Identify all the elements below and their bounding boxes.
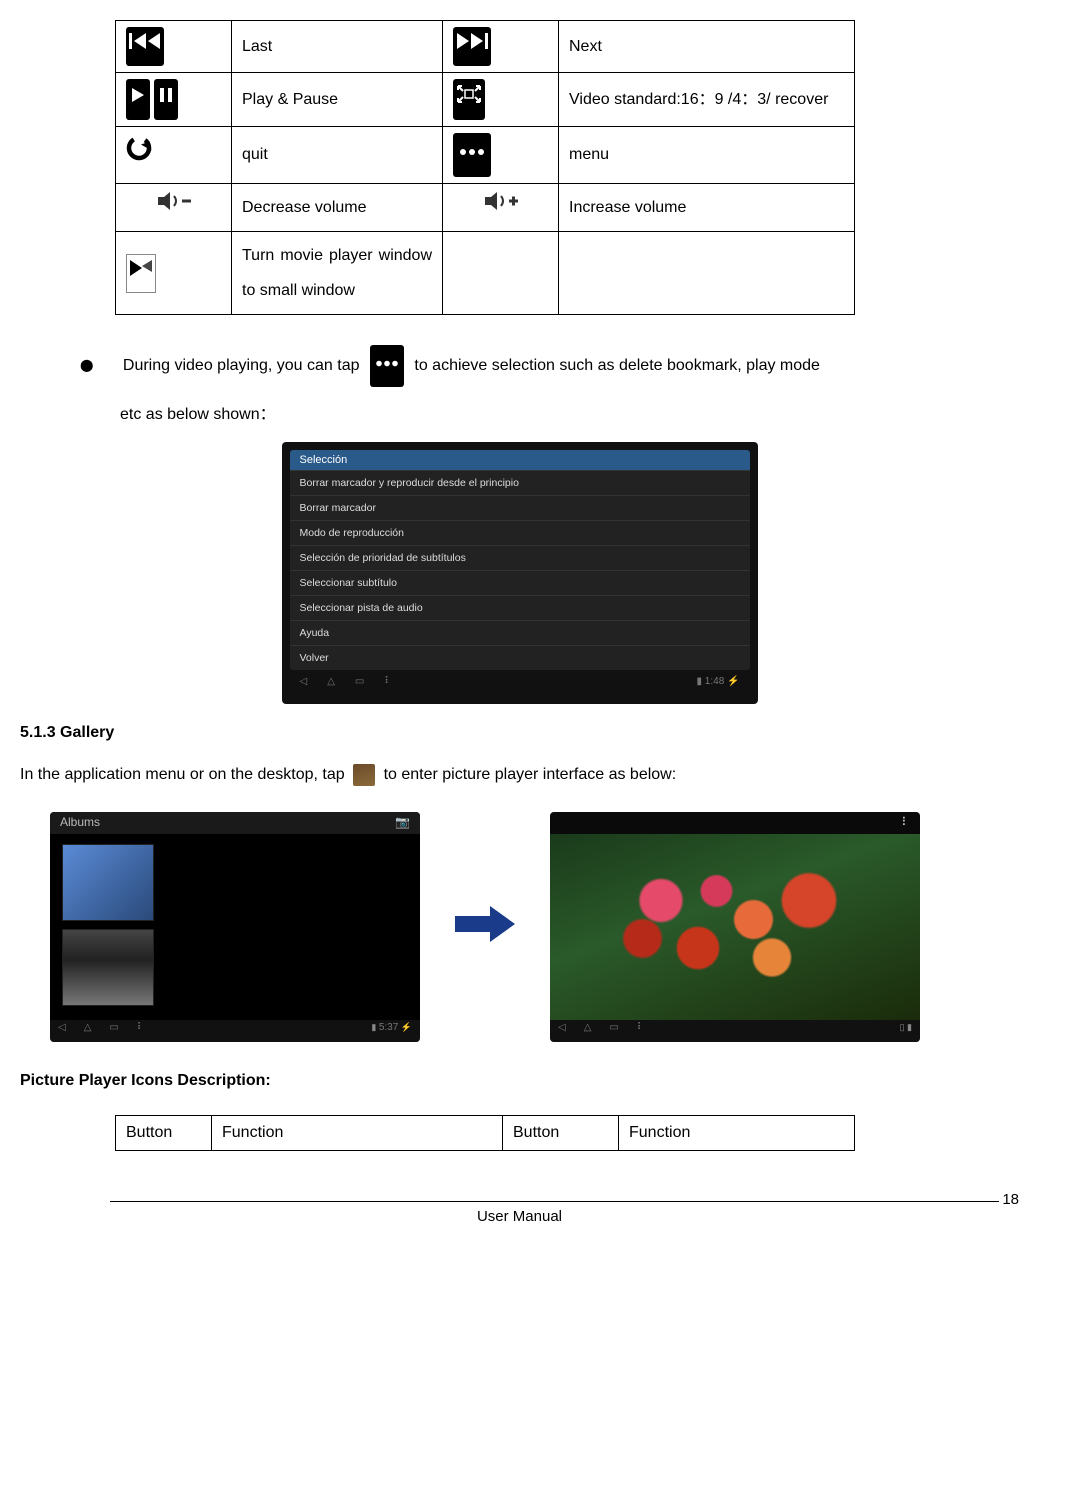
menu-icon[interactable]: ⠇ <box>901 815 910 829</box>
selection-menu-screenshot: Selección Borrar marcador y reproducir d… <box>282 442 758 704</box>
flower-photo <box>550 834 920 1024</box>
menu-header: Selección <box>290 450 750 470</box>
icon-cell-next <box>443 21 559 73</box>
play-icon <box>126 79 150 120</box>
camera-icon[interactable]: 📷 <box>395 815 410 829</box>
menu-dots-icon-inline <box>370 345 404 386</box>
gallery-screenshots-row: Albums 📷 ◁ △ ▭ ⠇ ▮ 5:37 ⚡ ⠇ ◁ △ ▭ ⠇ <box>50 812 1019 1042</box>
th-function2: Function <box>619 1115 855 1150</box>
section-heading-gallery: 5.1.3 Gallery <box>20 724 1019 742</box>
album-thumb[interactable] <box>62 929 154 1006</box>
android-nav-bar: ◁ △ ▭ ⠇ ▮ 5:37 ⚡ <box>50 1020 420 1042</box>
menu-item[interactable]: Seleccionar subtítulo <box>290 570 750 595</box>
bullet-post: to achieve selection such as delete book… <box>414 357 820 374</box>
home-icon[interactable]: △ <box>327 676 335 694</box>
selection-menu: Selección Borrar marcador y reproducir d… <box>290 450 750 670</box>
home-icon[interactable]: △ <box>84 1022 92 1040</box>
menu-item[interactable]: Selección de prioridad de subtítulos <box>290 545 750 570</box>
icon-cell-quit <box>116 127 232 183</box>
home-icon[interactable]: △ <box>584 1022 592 1040</box>
gallery-app-icon <box>353 764 375 786</box>
nav-extra-icon[interactable]: ⠇ <box>384 676 391 694</box>
label-next: Next <box>559 21 855 73</box>
label-volup: Increase volume <box>559 183 855 231</box>
gallery-post: to enter picture player interface as bel… <box>384 766 677 783</box>
volume-up-icon <box>481 190 521 225</box>
recent-icon[interactable]: ▭ <box>109 1022 118 1040</box>
th-button: Button <box>116 1115 212 1150</box>
albums-title: Albums <box>60 815 100 829</box>
android-nav-bar: ◁ △ ▭ ⠇ ▮ 1:48 ⚡ <box>290 674 750 696</box>
icon-cell-aspect <box>443 73 559 127</box>
icon-cell-voldown <box>116 183 232 231</box>
empty-cell <box>443 231 559 314</box>
bullet-paragraph: ⬤ During video playing, you can tap to a… <box>80 345 1019 386</box>
picture-icons-table: Button Function Button Function <box>115 1115 855 1151</box>
menu-item[interactable]: Volver <box>290 645 750 670</box>
back-icon[interactable]: ◁ <box>300 676 308 694</box>
th-button2: Button <box>503 1115 619 1150</box>
albums-body <box>50 834 420 1024</box>
bullet-sub: etc as below shown： <box>120 397 1019 432</box>
gallery-intro-line: In the application menu or on the deskto… <box>20 757 1019 792</box>
footer-rule <box>110 1201 999 1202</box>
albums-screenshot: Albums 📷 ◁ △ ▭ ⠇ ▮ 5:37 ⚡ <box>50 812 420 1042</box>
recent-icon[interactable]: ▭ <box>609 1022 618 1040</box>
menu-item[interactable]: Seleccionar pista de audio <box>290 595 750 620</box>
quit-icon <box>126 135 152 174</box>
label-smallwin: Turn movie player window to small window <box>232 231 443 314</box>
menu-item[interactable]: Borrar marcador <box>290 495 750 520</box>
footer-title: User Manual <box>20 1208 1019 1225</box>
bullet-pre: During video playing, you can tap <box>123 357 360 374</box>
status-area: ▯ ▮ <box>900 1022 912 1040</box>
android-nav-bar: ◁ △ ▭ ⠇ ▯ ▮ <box>550 1020 920 1042</box>
icon-cell-menu <box>443 127 559 183</box>
page-footer: 18 User Manual <box>20 1201 1019 1225</box>
prev-icon <box>126 27 164 66</box>
back-icon[interactable]: ◁ <box>58 1022 66 1040</box>
status-time: ▮ 1:48 ⚡ <box>697 676 740 694</box>
empty-cell-label <box>559 231 855 314</box>
menu-dots-icon <box>453 133 491 176</box>
label-aspect: Video standard:16：9 /4：3/ recover <box>559 73 855 127</box>
small-window-icon <box>126 254 156 293</box>
volume-down-icon <box>154 190 194 225</box>
picture-icons-heading: Picture Player Icons Description: <box>20 1072 1019 1090</box>
menu-item[interactable]: Ayuda <box>290 620 750 645</box>
arrow-right-icon <box>450 904 520 949</box>
label-menu: menu <box>559 127 855 183</box>
icon-cell-last <box>116 21 232 73</box>
label-last: Last <box>232 21 443 73</box>
nav-extra-icon[interactable]: ⠇ <box>637 1022 644 1040</box>
nav-extra-icon[interactable]: ⠇ <box>137 1022 144 1040</box>
picture-body <box>550 834 920 1024</box>
album-thumb[interactable] <box>62 844 154 921</box>
recent-icon[interactable]: ▭ <box>355 676 364 694</box>
label-voldown: Decrease volume <box>232 183 443 231</box>
aspect-icon <box>453 79 485 120</box>
icon-cell-volup <box>443 183 559 231</box>
icon-cell-playpause <box>116 73 232 127</box>
next-icon <box>453 27 491 66</box>
menu-item[interactable]: Borrar marcador y reproducir desde el pr… <box>290 470 750 495</box>
label-quit: quit <box>232 127 443 183</box>
icon-cell-smallwin <box>116 231 232 314</box>
video-icons-table: Last Next Play & Pause Video standard:16… <box>115 20 855 315</box>
th-function: Function <box>212 1115 503 1150</box>
gallery-pre: In the application menu or on the deskto… <box>20 766 345 783</box>
picture-viewer-screenshot: ⠇ ◁ △ ▭ ⠇ ▯ ▮ <box>550 812 920 1042</box>
back-icon[interactable]: ◁ <box>558 1022 566 1040</box>
page-number: 18 <box>1002 1191 1019 1208</box>
label-playpause: Play & Pause <box>232 73 443 127</box>
status-time: ▮ 5:37 ⚡ <box>371 1022 412 1040</box>
bullet-dot: ⬤ <box>80 358 93 372</box>
pause-icon <box>154 79 178 120</box>
menu-item[interactable]: Modo de reproducción <box>290 520 750 545</box>
